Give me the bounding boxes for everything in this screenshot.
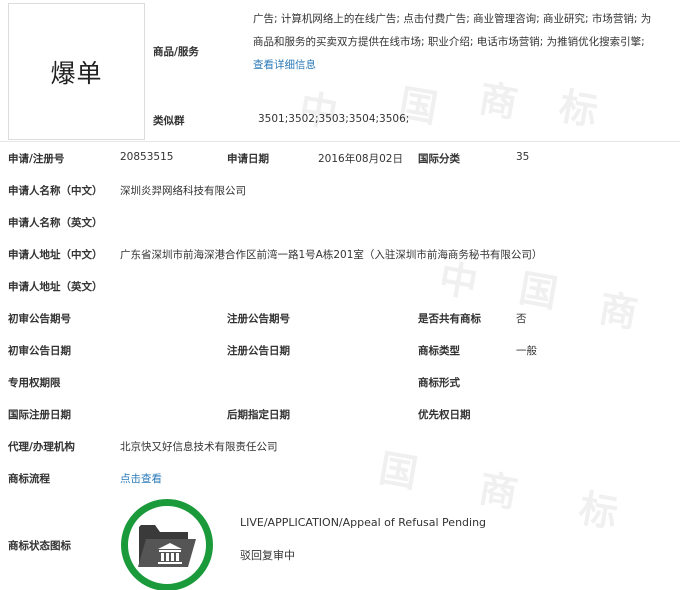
agent-label: 代理/办理机构 [8,441,75,453]
folder-court-icon [138,525,196,567]
intl-class-value: 35 [516,151,530,163]
divider [0,141,680,142]
status-cn: 驳回复审中 [240,549,295,562]
later-date-label: 后期指定日期 [227,409,290,421]
apply-date-label: 申请日期 [227,153,269,165]
address-cn-value: 广东省深圳市前海深港合作区前湾一路1号A栋201室（入驻深圳市前海商务秘书有限公… [120,249,543,261]
reg-no-value: 20853515 [120,151,174,163]
watermark: 国 [375,445,421,496]
trademark-name: 爆单 [50,58,103,88]
reg-pub-no-label: 注册公告期号 [227,313,290,325]
process-link[interactable]: 点击查看 [120,471,162,486]
reg-no-label: 申请/注册号 [8,153,65,165]
watermark: 标 [575,485,621,536]
address-en-label: 申请人地址（英文） [8,281,103,293]
applicant-en-label: 申请人名称（英文） [8,217,103,229]
prelim-date-label: 初审公告日期 [8,345,71,357]
applicant-cn-label: 申请人名称（中文） [8,185,103,197]
shared-label: 是否共有商标 [418,313,481,325]
type-label: 商标类型 [418,345,460,357]
goods-label: 商品/服务 [153,46,199,58]
apply-date-value: 2016年08月02日 [318,153,403,165]
similar-group-value: 3501;3502;3503;3504;3506; [258,113,410,125]
reg-pub-date-label: 注册公告日期 [227,345,290,357]
trademark-image: 爆单 [8,3,145,140]
goods-line: 商品和服务的买卖双方提供在线市场; 职业介绍; 电话市场营销; 为推销优化搜索引… [253,36,645,48]
goods-line: 广告; 计算机网络上的在线广告; 点击付费广告; 商业管理咨询; 商业研究; 市… [253,13,652,25]
exclusive-label: 专用权期限 [8,377,61,389]
form-label: 商标形式 [418,377,460,389]
address-cn-label: 申请人地址（中文） [8,249,103,261]
agent-value: 北京快又好信息技术有限责任公司 [120,441,278,453]
status-en: LIVE/APPLICATION/Appeal of Refusal Pendi… [240,516,487,529]
prelim-no-label: 初审公告期号 [8,313,71,325]
goods-list: 广告; 计算机网络上的在线广告; 点击付费广告; 商业管理咨询; 商业研究; 市… [253,8,673,77]
type-value: 一般 [516,345,537,357]
watermark: 商 [595,285,641,336]
priority-date-label: 优先权日期 [418,409,471,421]
shared-value: 否 [516,313,527,325]
applicant-cn-value: 深圳炎羿网络科技有限公司 [120,185,246,197]
similar-group-label: 类似群 [153,115,185,127]
watermark: 中 [295,85,341,136]
intl-class-label: 国际分类 [418,153,460,165]
intl-reg-date-label: 国际注册日期 [8,409,71,421]
status-label: 商标状态图标 [8,540,71,552]
detail-link[interactable]: 查看详细信息 [253,54,673,77]
status-icon [121,499,213,590]
watermark: 标 [555,83,601,134]
watermark: 国 [515,265,561,316]
process-label: 商标流程 [8,473,50,485]
watermark: 商 [475,465,521,516]
